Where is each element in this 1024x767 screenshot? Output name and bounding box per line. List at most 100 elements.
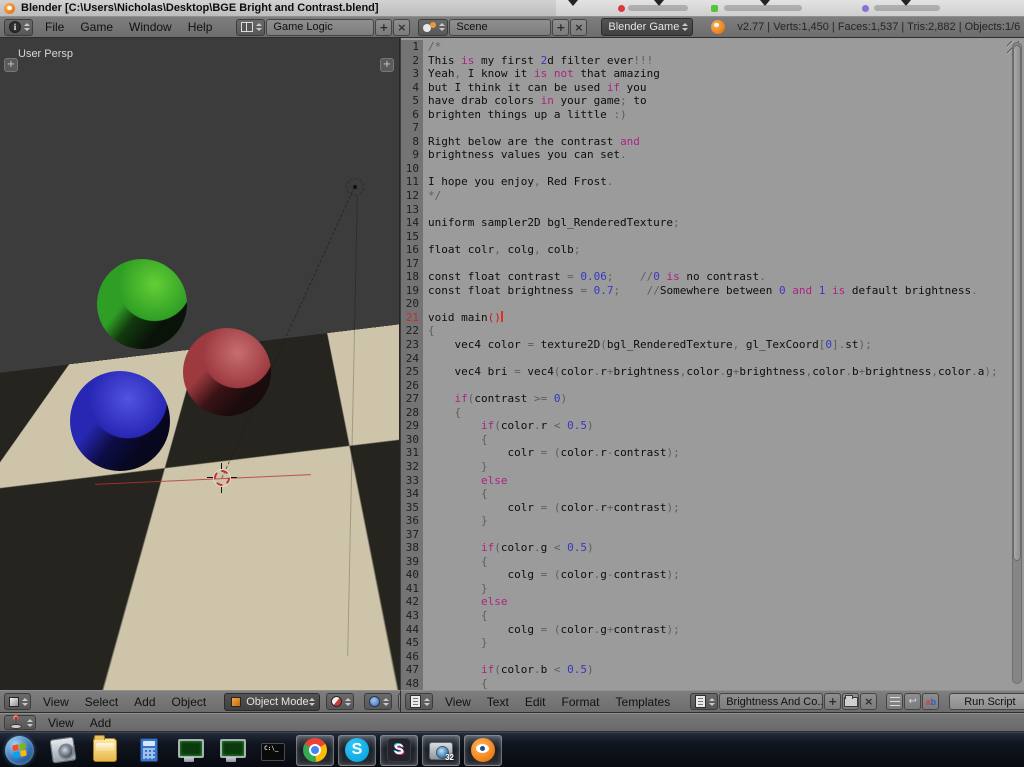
code-line[interactable]: 44 colg = (color.g+contrast);	[401, 623, 1024, 637]
file-explorer-taskbar-button[interactable]	[86, 735, 124, 766]
open-text-button[interactable]	[842, 693, 859, 710]
command-prompt-taskbar-button[interactable]	[254, 735, 292, 766]
code-line[interactable]: 11I hope you enjoy, Red Frost.	[401, 175, 1024, 189]
remote-desktop-1-taskbar-button[interactable]	[170, 735, 208, 766]
code-line[interactable]: 10	[401, 162, 1024, 176]
menu-templates[interactable]: Templates	[616, 695, 671, 709]
new-text-button[interactable]: +	[824, 693, 841, 710]
viewport-3d[interactable]: User Persp (1) Camera z y x	[0, 38, 400, 690]
code-line[interactable]: 36 }	[401, 514, 1024, 528]
delete-screen-layout-button[interactable]: ×	[393, 19, 410, 36]
code-line[interactable]: 18const float contrast = 0.06; //0 is no…	[401, 270, 1024, 284]
code-line[interactable]: 26	[401, 379, 1024, 393]
code-line[interactable]: 4but I think it can be used if you	[401, 81, 1024, 95]
menu-file[interactable]: File	[45, 20, 64, 34]
add-scene-button[interactable]: +	[552, 19, 569, 36]
code-line[interactable]: 37	[401, 528, 1024, 542]
menu-view[interactable]: View	[43, 695, 69, 709]
delete-scene-button[interactable]: ×	[570, 19, 587, 36]
text-datablock-browse-button[interactable]	[690, 693, 718, 710]
calculator-taskbar-button[interactable]	[128, 735, 166, 766]
code-line[interactable]: 29 if(color.r < 0.5)	[401, 419, 1024, 433]
cursor-3d[interactable]	[214, 470, 230, 486]
editor-type-selector-3dview[interactable]	[4, 693, 31, 710]
code-line[interactable]: 8Right below are the contrast and	[401, 135, 1024, 149]
code-line[interactable]: 28 {	[401, 406, 1024, 420]
code-line[interactable]: 48 {	[401, 677, 1024, 690]
properties-expand-button[interactable]	[380, 58, 394, 72]
code-line[interactable]: 43 {	[401, 609, 1024, 623]
code-line[interactable]: 19const float brightness = 0.7; //Somewh…	[401, 284, 1024, 298]
code-line[interactable]: 16float colr, colg, colb;	[401, 243, 1024, 257]
green-sphere-object[interactable]	[97, 259, 187, 349]
code-line[interactable]: 12*/	[401, 189, 1024, 203]
toggle-syntax-highlight-button[interactable]: ab	[922, 693, 939, 710]
code-line[interactable]: 7	[401, 121, 1024, 135]
screenshot-tool-taskbar-button[interactable]: 32	[422, 735, 460, 766]
skype-taskbar-button[interactable]	[338, 735, 376, 766]
code-line[interactable]: 40 colg = (color.g-contrast);	[401, 568, 1024, 582]
toggle-word-wrap-button[interactable]	[904, 693, 921, 710]
screen-layout-name-field[interactable]: Game Logic	[266, 19, 374, 36]
chrome-taskbar-button[interactable]	[296, 735, 334, 766]
editor-type-selector-info[interactable]	[4, 19, 33, 36]
blue-sphere-object[interactable]	[70, 371, 170, 471]
menu-game[interactable]: Game	[80, 20, 113, 34]
code-line[interactable]: 21void main()	[401, 311, 1024, 325]
slack-taskbar-button[interactable]	[380, 735, 418, 766]
render-engine-select[interactable]: Blender Game	[601, 18, 693, 36]
unlink-text-button[interactable]: ×	[860, 693, 877, 710]
scrollbar-thumb[interactable]	[1013, 45, 1021, 561]
remote-desktop-2-taskbar-button[interactable]	[212, 735, 250, 766]
code-line[interactable]: 6brighten things up a little :)	[401, 108, 1024, 122]
code-line[interactable]: 1/*	[401, 40, 1024, 54]
mode-select[interactable]: Object Mode	[224, 693, 319, 711]
editor-scrollbar[interactable]	[1012, 42, 1022, 684]
add-screen-layout-button[interactable]: +	[375, 19, 392, 36]
menu-help[interactable]: Help	[188, 20, 213, 34]
code-line[interactable]: 31 colr = (color.r-contrast);	[401, 446, 1024, 460]
red-sphere-object[interactable]	[183, 328, 271, 416]
code-line[interactable]: 25 vec4 bri = vec4(color.r+brightness,co…	[401, 365, 1024, 379]
menu-edit[interactable]: Edit	[525, 695, 546, 709]
menu-text[interactable]: Text	[487, 695, 509, 709]
code-line[interactable]: 30 {	[401, 433, 1024, 447]
text-editor[interactable]: 1/*2This is my first 2d filter ever!!!3Y…	[401, 38, 1024, 690]
scene-name-field[interactable]: Scene	[449, 19, 551, 36]
toolshelf-expand-button[interactable]	[4, 58, 18, 72]
code-line[interactable]: 2This is my first 2d filter ever!!!	[401, 54, 1024, 68]
menu-object[interactable]: Object	[172, 695, 207, 709]
text-datablock-name-field[interactable]: Brightness And Co...	[719, 693, 823, 710]
editor-type-selector-logic[interactable]	[4, 715, 36, 730]
code-line[interactable]: 14uniform sampler2D bgl_RenderedTexture;	[401, 216, 1024, 230]
code-line[interactable]: 35 colr = (color.r+contrast);	[401, 501, 1024, 515]
pivot-point-select[interactable]	[364, 693, 392, 710]
scene-browse-button[interactable]	[418, 19, 448, 36]
code-line[interactable]: 38 if(color.g < 0.5)	[401, 541, 1024, 555]
run-script-button[interactable]: Run Script	[949, 693, 1024, 710]
code-line[interactable]: 39 {	[401, 555, 1024, 569]
code-line[interactable]: 3Yeah, I know it is not that amazing	[401, 67, 1024, 81]
code-line[interactable]: 33 else	[401, 474, 1024, 488]
menu-add[interactable]: Add	[134, 695, 155, 709]
menu-view[interactable]: View	[48, 716, 74, 730]
code-line[interactable]: 5have drab colors in your game; to	[401, 94, 1024, 108]
code-line[interactable]: 45 }	[401, 636, 1024, 650]
start-button[interactable]	[5, 736, 34, 765]
menu-window[interactable]: Window	[129, 20, 172, 34]
menu-add[interactable]: Add	[90, 716, 111, 730]
viewport-shading-select[interactable]	[326, 693, 354, 710]
blender-taskbar-button[interactable]	[464, 735, 502, 766]
code-line[interactable]: 15	[401, 230, 1024, 244]
menu-view[interactable]: View	[445, 695, 471, 709]
screen-layout-browse-button[interactable]	[236, 19, 265, 36]
code-line[interactable]: 41 }	[401, 582, 1024, 596]
toggle-line-numbers-button[interactable]	[886, 693, 903, 710]
lamp-object[interactable]	[346, 178, 364, 196]
editor-type-selector-text[interactable]	[405, 693, 433, 710]
camera-viewer-taskbar-button[interactable]	[44, 735, 82, 766]
code-line[interactable]: 13	[401, 203, 1024, 217]
code-line[interactable]: 22{	[401, 324, 1024, 338]
code-line[interactable]: 34 {	[401, 487, 1024, 501]
code-line[interactable]: 23 vec4 color = texture2D(bgl_RenderedTe…	[401, 338, 1024, 352]
